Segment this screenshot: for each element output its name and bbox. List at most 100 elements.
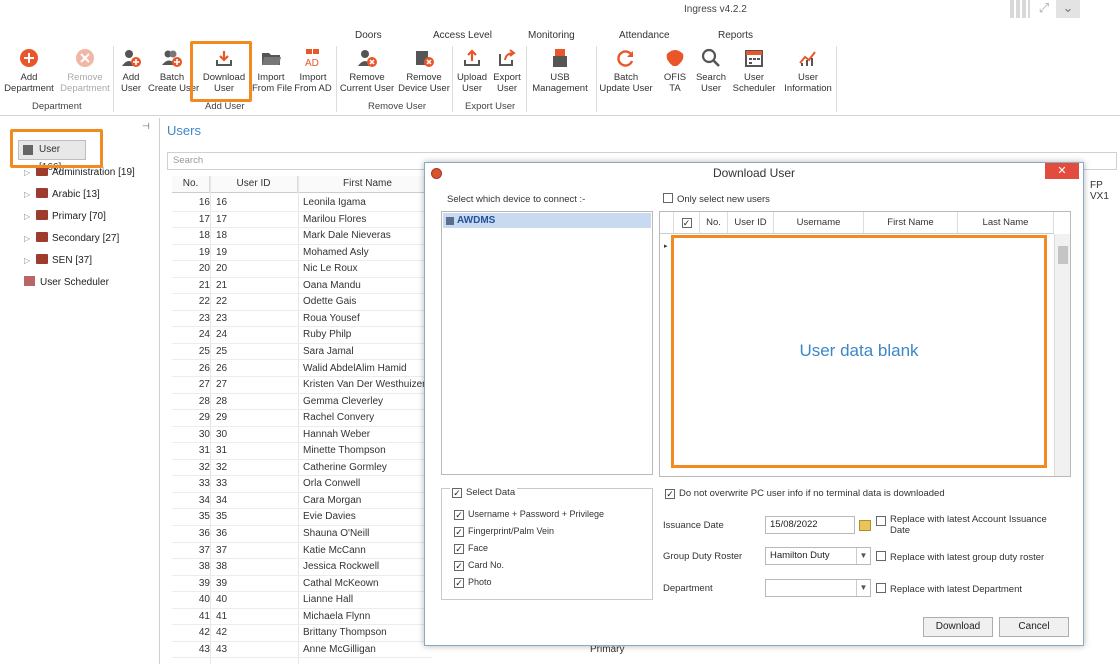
table-row[interactable]: 23 23 Roua Yousef xyxy=(172,311,432,328)
table-row[interactable]: 16 16 Leonila Igama xyxy=(172,195,432,212)
tree-root-user[interactable]: User [166] xyxy=(18,140,86,173)
user-information-button[interactable]: User Information xyxy=(782,48,834,94)
table-row[interactable]: 42 42 Brittany Thompson xyxy=(172,625,432,642)
select-data-option[interactable]: ✓ Select Data xyxy=(450,487,518,498)
only-new-users-option[interactable]: Only select new users xyxy=(663,193,770,205)
tree-item-arabic[interactable]: ▷ Arabic [13] xyxy=(24,188,100,200)
column-header-user-id[interactable]: User ID xyxy=(210,176,298,193)
table-row[interactable]: 21 21 Oana Mandu xyxy=(172,278,432,295)
column-header-no[interactable]: No. xyxy=(700,212,728,234)
checkbox-username-password[interactable]: ✓ xyxy=(454,510,464,520)
table-row[interactable]: 29 29 Rachel Convery xyxy=(172,410,432,427)
remove-device-user-button[interactable]: Remove Device User xyxy=(398,48,450,94)
replace-issuance-checkbox[interactable] xyxy=(876,516,886,526)
table-row[interactable]: 28 28 Gemma Cleverley xyxy=(172,394,432,411)
group-duty-roster-select[interactable]: Hamilton Duty ▼ xyxy=(765,547,871,565)
table-row[interactable]: 34 34 Cara Morgan xyxy=(172,493,432,510)
pin-icon[interactable]: ⊣ xyxy=(142,121,150,132)
tree-item-sen[interactable]: ▷ SEN [37] xyxy=(24,254,92,266)
ofis-ta-button[interactable]: OFIS TA xyxy=(658,48,692,94)
tree-item-primary[interactable]: ▷ Primary [70] xyxy=(24,210,106,222)
checkbox-fingerprint[interactable]: ✓ xyxy=(454,527,464,537)
table-row[interactable]: 17 17 Marilou Flores xyxy=(172,212,432,229)
table-row[interactable]: 39 39 Cathal McKeown xyxy=(172,576,432,593)
batch-create-user-button[interactable]: Batch Create User xyxy=(148,48,199,94)
checkbox-card-no[interactable]: ✓ xyxy=(454,561,464,571)
issuance-date-field[interactable]: 15/08/2022 xyxy=(765,516,855,534)
chevron-down-icon[interactable]: ⌄ xyxy=(1056,0,1080,18)
tab-reports[interactable]: Reports xyxy=(718,30,753,41)
batch-update-user-button[interactable]: Batch Update User xyxy=(598,48,654,94)
device-list[interactable]: AWDMS xyxy=(441,211,653,475)
checkbox-face[interactable]: ✓ xyxy=(454,544,464,554)
dropdown-arrow-icon[interactable]: ▼ xyxy=(856,580,870,596)
table-row[interactable]: 41 41 Michaela Flynn xyxy=(172,609,432,626)
select-all-checkbox-cell[interactable]: ✓ xyxy=(674,212,700,234)
table-row[interactable]: 33 33 Orla Conwell xyxy=(172,476,432,493)
remove-department-button[interactable]: Remove Department xyxy=(58,48,112,94)
table-row[interactable]: 20 20 Nic Le Roux xyxy=(172,261,432,278)
cancel-button[interactable]: Cancel xyxy=(999,617,1069,637)
option-fingerprint[interactable]: ✓ Fingerprint/Palm Vein xyxy=(454,526,554,537)
close-button[interactable]: ✕ xyxy=(1045,163,1079,179)
checkbox-photo[interactable]: ✓ xyxy=(454,578,464,588)
replace-issuance-option[interactable]: Replace with latest Account Issuance Dat… xyxy=(876,514,1056,536)
download-user-button[interactable]: Download User xyxy=(200,48,248,94)
table-row[interactable]: 32 32 Catherine Gormley xyxy=(172,460,432,477)
dropdown-arrow-icon[interactable]: ▼ xyxy=(856,548,870,564)
table-row[interactable]: 24 24 Ruby Philp xyxy=(172,327,432,344)
option-face[interactable]: ✓ Face xyxy=(454,543,488,554)
tab-monitoring[interactable]: Monitoring xyxy=(528,30,575,41)
table-row[interactable]: 38 38 Jessica Rockwell xyxy=(172,559,432,576)
option-username-password[interactable]: ✓ Username + Password + Privilege xyxy=(454,509,604,520)
table-row[interactable]: 31 31 Minette Thompson xyxy=(172,443,432,460)
replace-roster-option[interactable]: Replace with latest group duty roster xyxy=(876,551,1044,563)
option-photo[interactable]: ✓ Photo xyxy=(454,577,492,588)
import-from-file-button[interactable]: Import From File xyxy=(252,48,292,94)
tab-access-level[interactable]: Access Level xyxy=(433,30,492,41)
tab-attendance[interactable]: Attendance xyxy=(619,30,670,41)
table-row[interactable]: 27 27 Kristen Van Der Westhuizen xyxy=(172,377,432,394)
table-row[interactable]: 18 18 Mark Dale Nieveras xyxy=(172,228,432,245)
column-header-first-name[interactable]: First Name xyxy=(864,212,958,234)
option-card-no[interactable]: ✓ Card No. xyxy=(454,560,504,571)
upload-user-button[interactable]: Upload User xyxy=(454,48,490,94)
select-all-checkbox[interactable]: ✓ xyxy=(681,218,692,228)
column-header-username[interactable]: Username xyxy=(774,212,864,234)
tab-doors[interactable]: Doors xyxy=(355,30,382,41)
calendar-picker-icon[interactable] xyxy=(859,520,871,531)
replace-department-option[interactable]: Replace with latest Department xyxy=(876,583,1022,595)
table-row[interactable]: 35 35 Evie Davies xyxy=(172,509,432,526)
table-row[interactable]: 19 19 Mohamed Asly xyxy=(172,245,432,262)
download-button[interactable]: Download xyxy=(923,617,993,637)
import-from-ad-button[interactable]: AD Import From AD xyxy=(292,48,334,94)
tree-item-secondary[interactable]: ▷ Secondary [27] xyxy=(24,232,119,244)
column-header-user-id[interactable]: User ID xyxy=(728,212,774,234)
scrollbar-thumb[interactable] xyxy=(1058,246,1068,264)
table-row[interactable]: 22 22 Odette Gais xyxy=(172,294,432,311)
no-overwrite-checkbox[interactable]: ✓ xyxy=(665,489,675,499)
department-select[interactable]: ▼ xyxy=(765,579,871,597)
table-row[interactable]: 37 37 Katie McCann xyxy=(172,543,432,560)
search-user-button[interactable]: Search User xyxy=(694,48,728,94)
no-overwrite-option[interactable]: ✓ Do not overwrite PC user info if no ter… xyxy=(665,488,945,499)
fullscreen-icon[interactable]: ⤢ xyxy=(1034,0,1054,18)
column-header-first-name[interactable]: First Name xyxy=(298,176,438,193)
usb-management-button[interactable]: USB Management xyxy=(528,48,592,94)
column-header-fp-vx1[interactable]: FP VX1 xyxy=(1090,180,1120,202)
layout-grid-icon[interactable] xyxy=(1010,0,1030,18)
device-item-awdms[interactable]: AWDMS xyxy=(443,213,651,228)
export-user-button[interactable]: Export User xyxy=(490,48,524,94)
tree-item-user-scheduler[interactable]: User Scheduler xyxy=(24,276,109,288)
tree-item-administration[interactable]: ▷ Administration [19] xyxy=(24,166,135,178)
table-row[interactable]: 25 25 Sara Jamal xyxy=(172,344,432,361)
table-row[interactable]: 30 30 Hannah Weber xyxy=(172,427,432,444)
add-department-button[interactable]: Add Department xyxy=(2,48,56,94)
column-header-no[interactable]: No. xyxy=(172,176,210,193)
table-row[interactable]: 43 43 Anne McGilligan xyxy=(172,642,432,659)
add-user-button[interactable]: Add User xyxy=(116,48,146,94)
table-row[interactable]: 40 40 Lianne Hall xyxy=(172,592,432,609)
replace-department-checkbox[interactable] xyxy=(876,583,886,593)
column-header-last-name[interactable]: Last Name xyxy=(958,212,1054,234)
remove-current-user-button[interactable]: Remove Current User xyxy=(338,48,396,94)
